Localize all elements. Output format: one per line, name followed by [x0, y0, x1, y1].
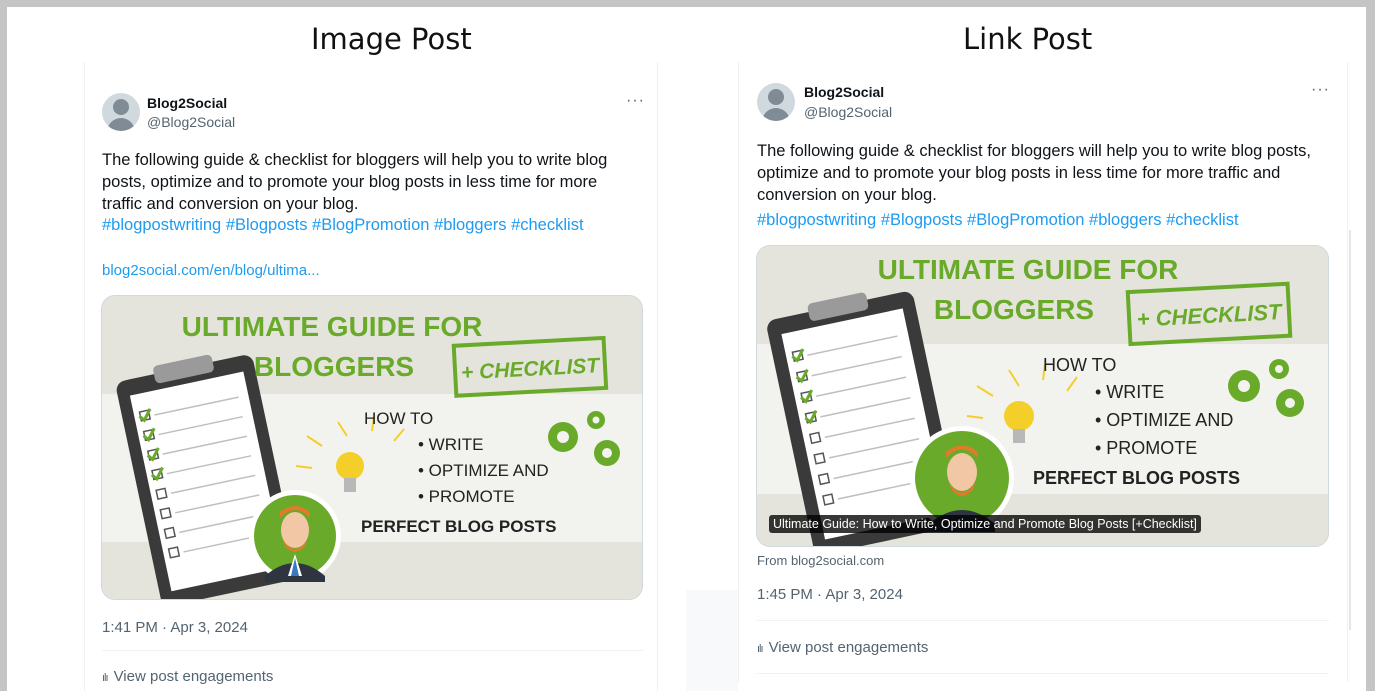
post-image[interactable]: ULTIMATE GUIDE FOR BLOGGERS + CHECKLIST … — [101, 295, 643, 600]
graphic-how-to: HOW TO — [1043, 355, 1116, 375]
analytics-icon: ılı — [757, 643, 763, 655]
graphic-bullet-1: • WRITE — [1095, 382, 1164, 402]
avatar[interactable] — [757, 83, 795, 121]
graphic-bullet-2: • OPTIMIZE AND — [1095, 410, 1233, 430]
link-card-caption[interactable]: Ultimate Guide: How to Write, Optimize a… — [769, 515, 1201, 533]
graphic-bullet-3: • PROMOTE — [418, 487, 515, 506]
graphic-bullet-2: • OPTIMIZE AND — [418, 461, 549, 480]
graphic-bullet-1: • WRITE — [418, 435, 483, 454]
post-timestamp[interactable]: 1:45 PM · Apr 3, 2024 — [757, 586, 903, 603]
link-card-image[interactable]: ULTIMATE GUIDE FOR BLOGGERS + CHECKLIST … — [756, 245, 1329, 547]
view-engagements-button[interactable]: ılı View post engagements — [757, 639, 928, 656]
hashtags[interactable]: #blogpostwriting #Blogposts #BlogPromoti… — [757, 211, 1239, 230]
graphic-title-line1: ULTIMATE GUIDE FOR — [182, 311, 483, 342]
post-timestamp[interactable]: 1:41 PM · Apr 3, 2024 — [102, 619, 248, 636]
author-name[interactable]: Blog2Social — [804, 84, 884, 100]
divider — [757, 673, 1329, 674]
divider — [757, 620, 1329, 621]
author-handle[interactable]: @Blog2Social — [804, 104, 892, 120]
graphic-footer: PERFECT BLOG POSTS — [361, 517, 557, 536]
engagements-label: View post engagements — [768, 639, 929, 656]
post-text: The following guide & checklist for blog… — [102, 151, 608, 213]
heading-image-post: Image Post — [311, 22, 472, 56]
post-link[interactable]: blog2social.com/en/blog/ultima... — [102, 262, 320, 279]
graphic-title-line1: ULTIMATE GUIDE FOR — [878, 254, 1179, 285]
graphic-title-line2: BLOGGERS — [254, 351, 414, 382]
graphic-how-to: HOW TO — [364, 409, 433, 428]
graphic-bullet-3: • PROMOTE — [1095, 438, 1197, 458]
author-name[interactable]: Blog2Social — [147, 95, 227, 111]
graphic-title-line2: BLOGGERS — [934, 294, 1094, 325]
guide-graphic: ULTIMATE GUIDE FOR BLOGGERS + CHECKLIST … — [102, 296, 642, 599]
background-strip — [686, 590, 738, 691]
guide-graphic: ULTIMATE GUIDE FOR BLOGGERS + CHECKLIST … — [757, 246, 1328, 546]
scrollbar[interactable] — [1349, 230, 1351, 630]
link-card-source[interactable]: From blog2social.com — [757, 553, 884, 568]
heading-link-post: Link Post — [963, 22, 1093, 56]
analytics-icon: ılı — [102, 672, 108, 684]
view-engagements-button[interactable]: ılı View post engagements — [102, 668, 273, 685]
author-handle[interactable]: @Blog2Social — [147, 114, 235, 130]
engagements-label: View post engagements — [113, 668, 274, 685]
hashtags[interactable]: #blogpostwriting #Blogposts #BlogPromoti… — [102, 216, 584, 235]
more-horizontal-icon[interactable]: ··· — [1311, 81, 1330, 99]
divider — [102, 650, 643, 651]
post-text: The following guide & checklist for blog… — [757, 142, 1311, 204]
more-horizontal-icon[interactable]: ··· — [626, 92, 645, 110]
graphic-footer: PERFECT BLOG POSTS — [1033, 468, 1240, 488]
avatar[interactable] — [102, 93, 140, 131]
